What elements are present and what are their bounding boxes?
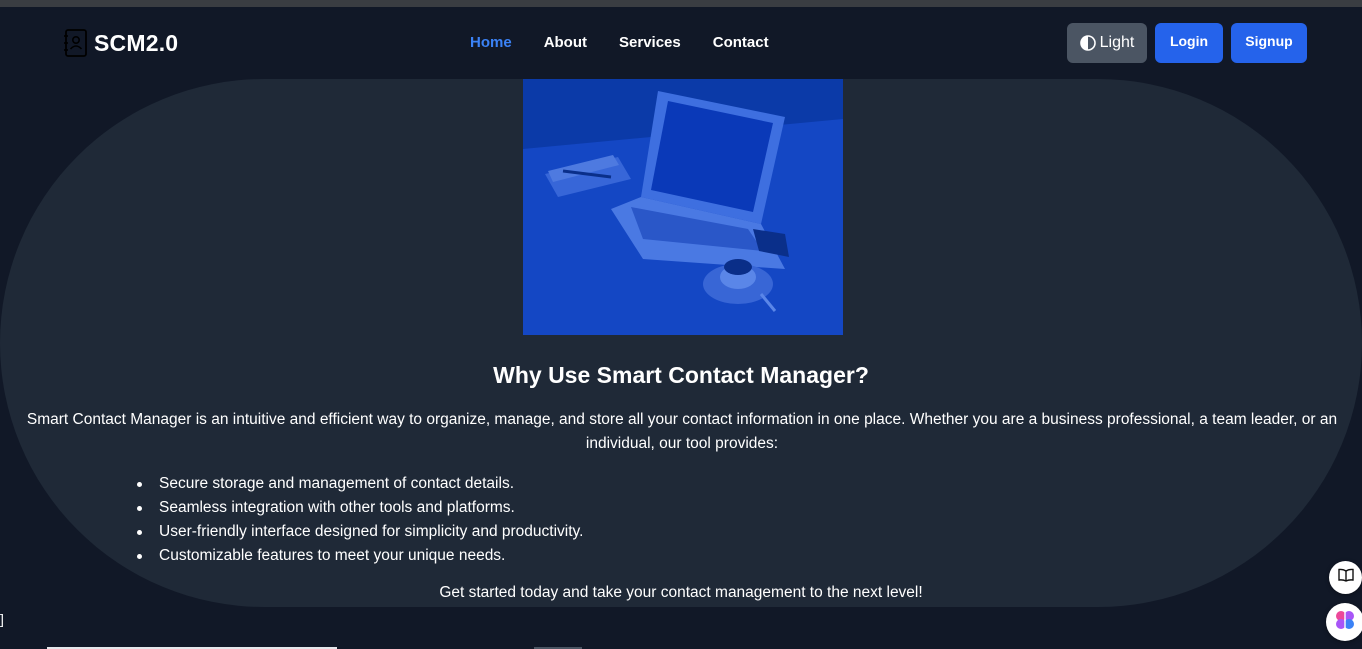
- feature-list: Secure storage and management of contact…: [136, 472, 583, 568]
- brain-icon: [1334, 609, 1356, 636]
- nav-home[interactable]: Home: [470, 34, 512, 51]
- book-icon: [1337, 568, 1354, 587]
- list-item: User-friendly interface designed for sim…: [136, 520, 583, 544]
- login-button[interactable]: Login: [1155, 23, 1223, 63]
- nav-actions: Light Login Signup: [1067, 23, 1307, 63]
- assistant-button[interactable]: [1326, 603, 1362, 641]
- theme-toggle-button[interactable]: Light: [1067, 23, 1147, 63]
- brand[interactable]: SCM2.0: [60, 27, 178, 59]
- browser-top-edge: [0, 0, 1362, 7]
- list-item: Secure storage and management of contact…: [136, 472, 583, 496]
- book-button[interactable]: [1329, 561, 1362, 594]
- main-nav: Home About Services Contact: [470, 34, 801, 51]
- list-item: Seamless integration with other tools an…: [136, 496, 583, 520]
- signup-button[interactable]: Signup: [1231, 23, 1307, 63]
- brand-name: SCM2.0: [94, 29, 179, 56]
- laptop-desk-photo: [523, 79, 843, 335]
- nav-about[interactable]: About: [544, 34, 587, 51]
- cta-text: Get started today and take your contact …: [439, 584, 923, 601]
- stray-text: ]: [0, 611, 4, 627]
- navbar: SCM2.0 Home About Services Contact Light…: [0, 7, 1362, 79]
- hero-title: Why Use Smart Contact Manager?: [493, 362, 869, 388]
- half-circle-icon: [1079, 35, 1096, 51]
- nav-contact[interactable]: Contact: [713, 34, 769, 51]
- hero-description: Smart Contact Manager is an intuitive an…: [26, 411, 1338, 452]
- contact-book-icon: [60, 27, 90, 59]
- list-item: Customizable features to meet your uniqu…: [136, 544, 583, 568]
- nav-services[interactable]: Services: [619, 34, 681, 51]
- theme-toggle-label: Light: [1099, 34, 1135, 51]
